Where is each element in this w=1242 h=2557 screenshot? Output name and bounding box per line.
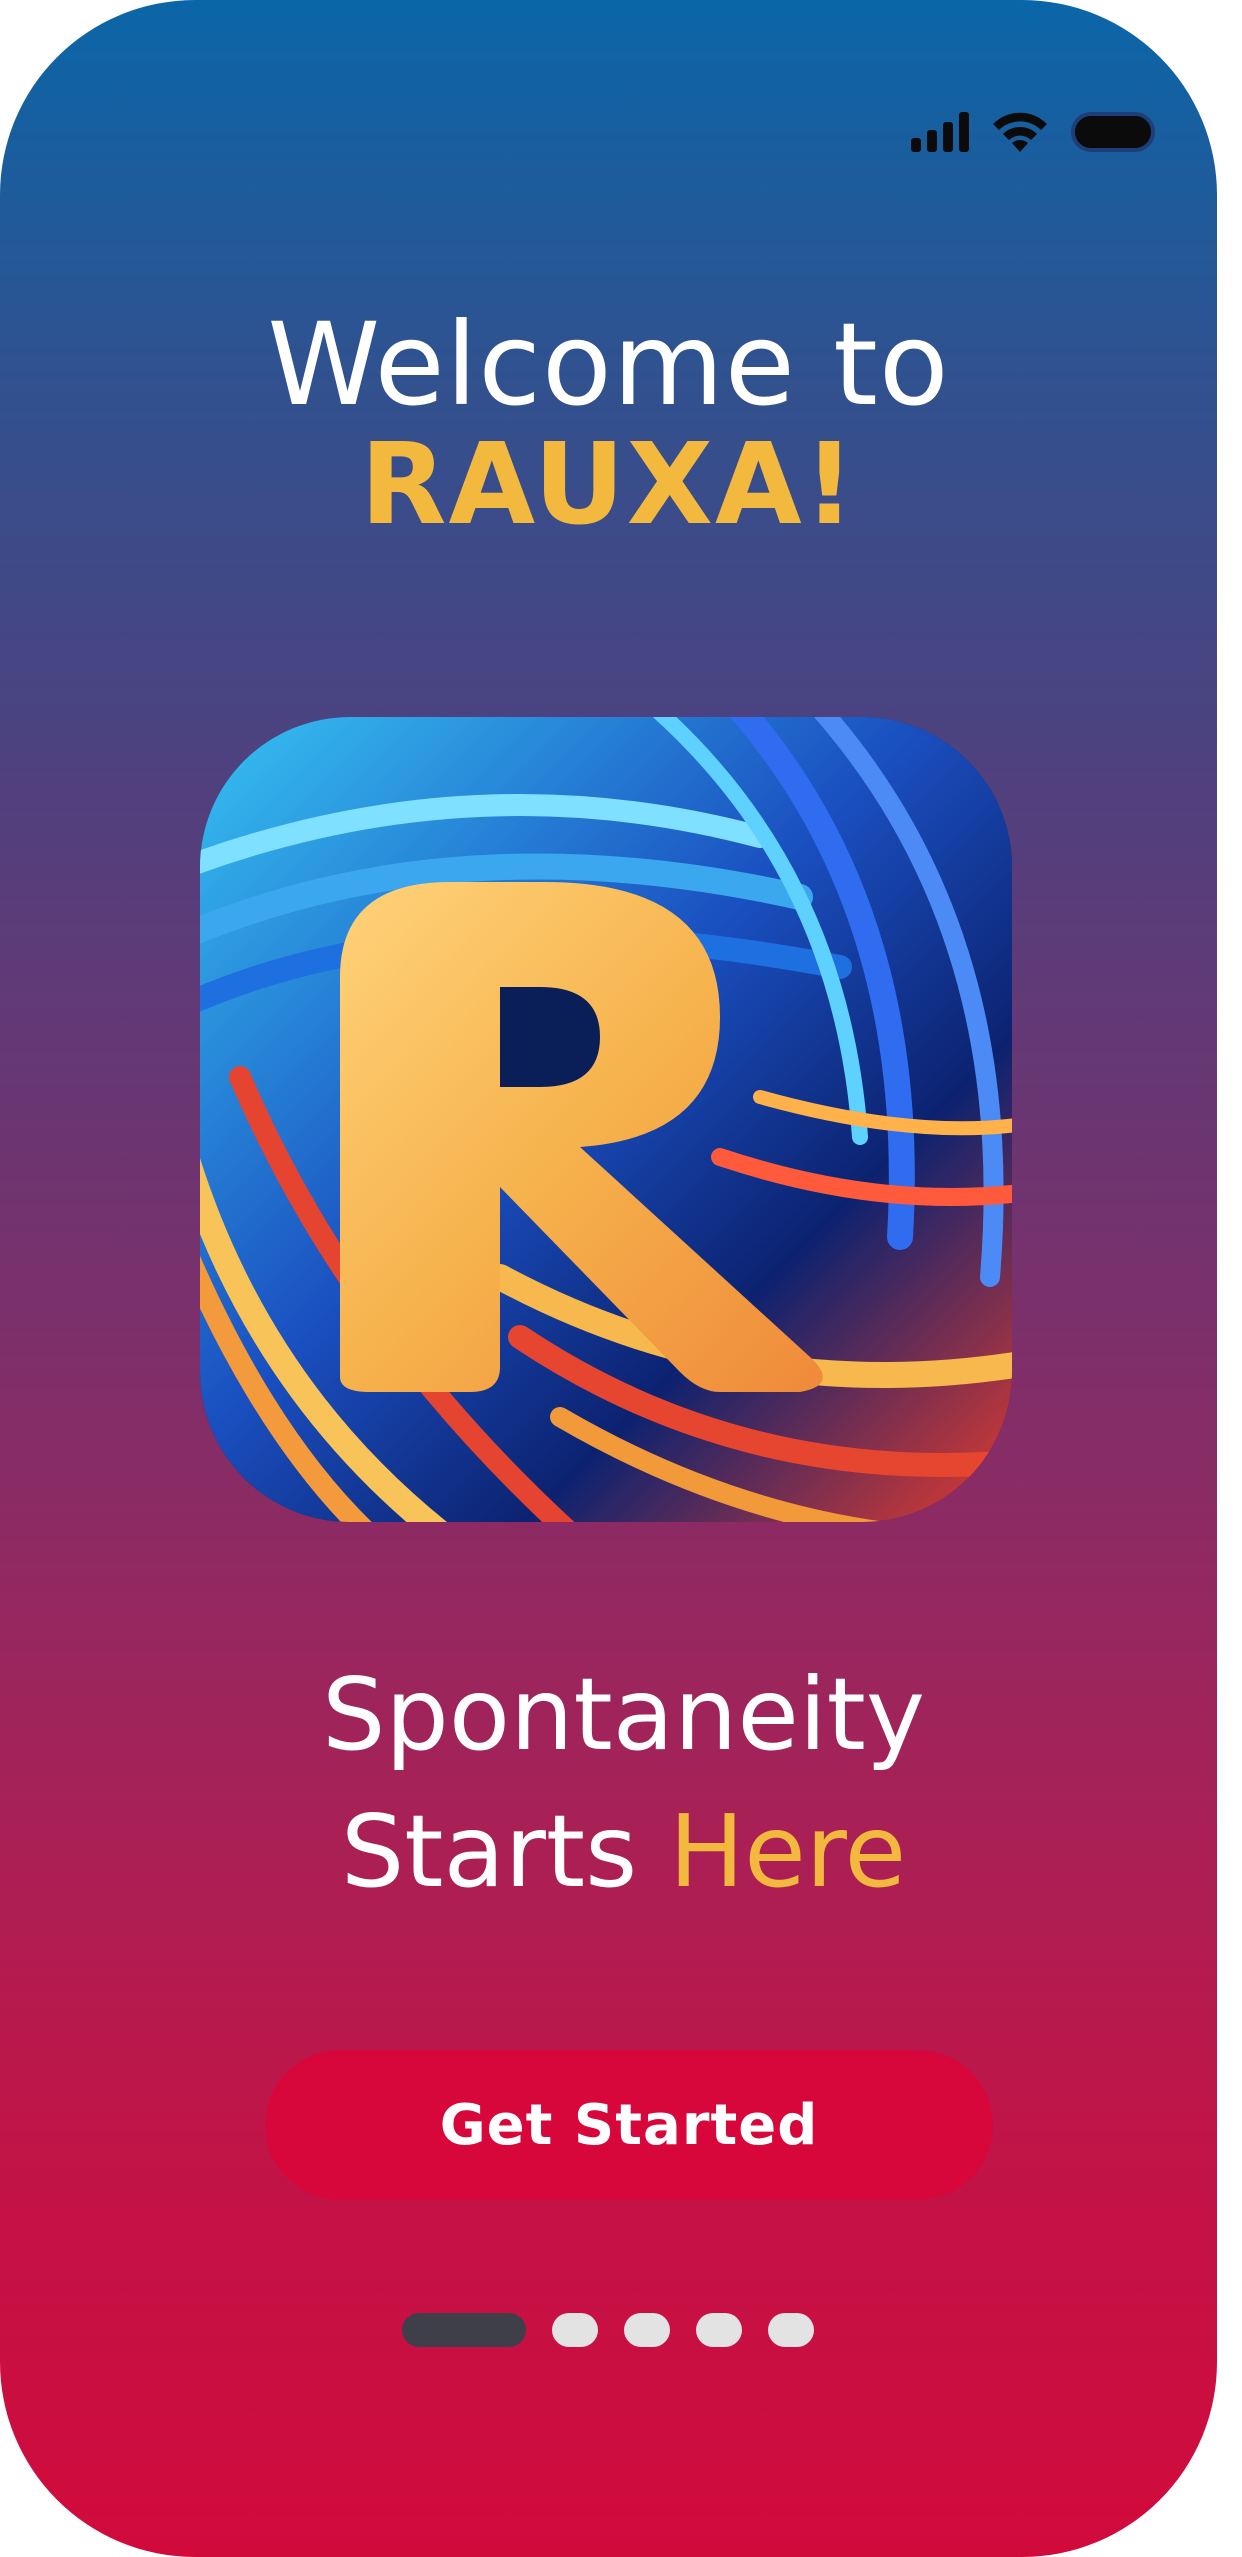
app-logo-icon: [200, 717, 1012, 1522]
wifi-icon: [993, 112, 1047, 152]
tagline-here: Here: [669, 1793, 907, 1910]
page-dot-4[interactable]: [696, 2313, 742, 2347]
page-dot-1[interactable]: [402, 2313, 526, 2347]
tagline-line-2: Starts Here: [0, 1792, 1217, 1912]
app-name-title: RAUXA!: [360, 420, 857, 550]
get-started-button[interactable]: Get Started: [265, 2050, 993, 2200]
welcome-title: Welcome to: [267, 298, 950, 431]
page-dot-3[interactable]: [624, 2313, 670, 2347]
page-indicator: [402, 2313, 814, 2347]
onboarding-screen: Welcome to RAUXA! Spontaneity Starts Her…: [0, 0, 1217, 2557]
page-dot-2[interactable]: [552, 2313, 598, 2347]
tagline-line-1: Spontaneity: [321, 1656, 926, 1773]
tagline-starts: Starts: [340, 1793, 669, 1910]
battery-icon: [1071, 112, 1155, 152]
status-bar: [911, 108, 1155, 156]
page-dot-5[interactable]: [768, 2313, 814, 2347]
cellular-signal-icon: [911, 112, 969, 152]
